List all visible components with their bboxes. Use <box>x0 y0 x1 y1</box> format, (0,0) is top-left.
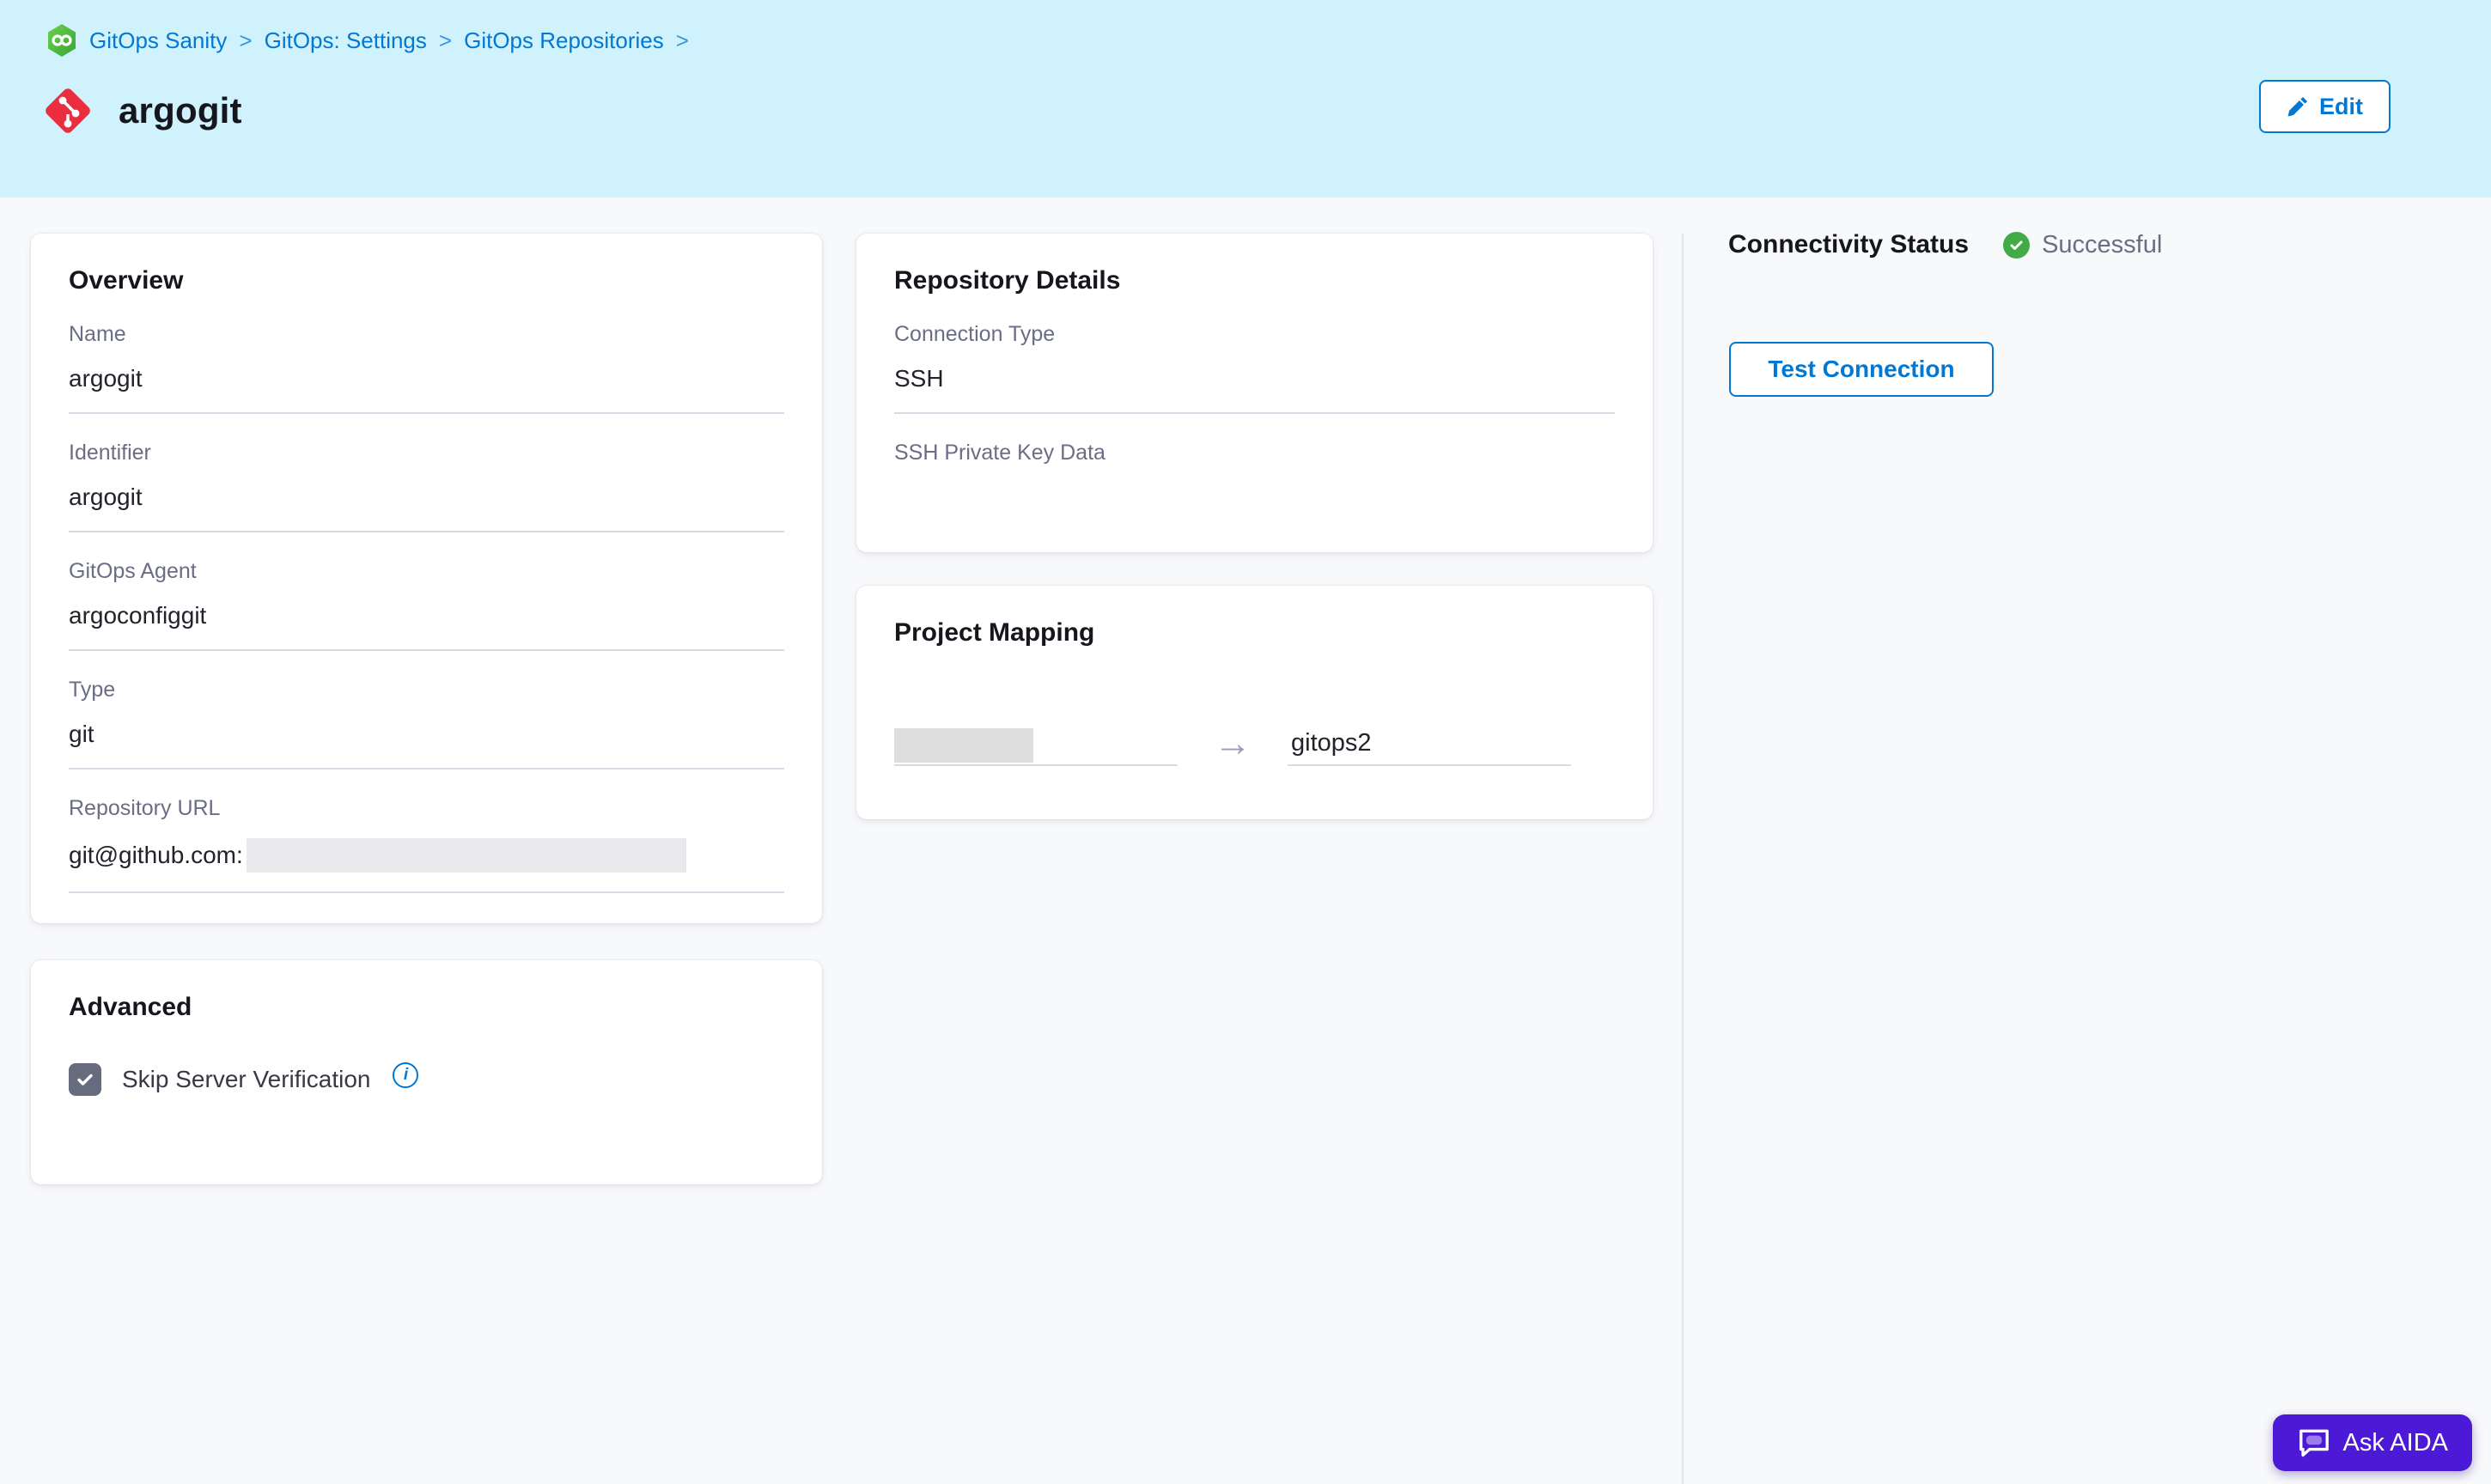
skip-server-verification-label: Skip Server Verification <box>122 1066 371 1092</box>
field-value: git <box>69 721 94 747</box>
repository-details-card-title: Repository Details <box>894 266 1121 295</box>
field-value: SSH <box>894 365 944 392</box>
edit-button[interactable]: Edit <box>2259 80 2391 133</box>
field-label: SSH Private Key Data <box>894 441 1105 465</box>
test-connection-button[interactable]: Test Connection <box>1729 342 1994 397</box>
page-title: argogit <box>119 90 242 131</box>
connectivity-status-row: Connectivity Status Successful <box>1728 230 2162 259</box>
test-connection-label: Test Connection <box>1768 356 1955 382</box>
pencil-icon <box>2287 96 2308 117</box>
mapping-target-value: gitops2 <box>1291 729 1372 757</box>
field-type: Type git <box>69 677 784 769</box>
breadcrumb-link-settings[interactable]: GitOps: Settings <box>265 27 427 54</box>
gitops-icon <box>48 24 76 57</box>
field-label: Type <box>69 678 116 702</box>
ask-aida-label: Ask AIDA <box>2342 1428 2449 1457</box>
project-mapping-card-title: Project Mapping <box>894 618 1095 647</box>
overview-card: Overview Name argogit Identifier argogit… <box>31 234 822 923</box>
project-mapping-row: → gitops2 <box>894 723 1615 766</box>
arrow-right-icon: → <box>1214 722 1252 764</box>
field-label: GitOps Agent <box>69 559 197 583</box>
field-value: argogit <box>69 484 143 510</box>
field-ssh-private-key: SSH Private Key Data <box>894 440 1615 552</box>
field-name: Name argogit <box>69 321 784 414</box>
redacted-value <box>894 728 1033 763</box>
field-label: Identifier <box>69 441 151 465</box>
skip-server-verification-checkbox[interactable] <box>69 1063 101 1096</box>
chat-icon <box>2299 1429 2329 1457</box>
ask-aida-button[interactable]: Ask AIDA <box>2272 1414 2472 1471</box>
status-badge: Successful <box>2003 231 2162 259</box>
field-label: Name <box>69 322 126 346</box>
breadcrumb-separator: > <box>675 27 689 53</box>
vertical-divider <box>1682 234 1684 1484</box>
field-value: argoconfiggit <box>69 602 207 629</box>
skip-server-verification-row: Skip Server Verification i <box>69 1062 784 1096</box>
edit-button-label: Edit <box>2319 93 2363 119</box>
field-label: Repository URL <box>69 796 221 820</box>
mapping-source-field <box>894 723 1178 766</box>
field-label: Connection Type <box>894 322 1056 346</box>
title-row: argogit <box>43 86 242 136</box>
status-text: Successful <box>2042 230 2163 258</box>
info-icon[interactable]: i <box>393 1062 419 1088</box>
advanced-card: Advanced Skip Server Verification i <box>31 960 822 1184</box>
field-value: argogit <box>69 365 143 392</box>
success-check-icon <box>2003 231 2031 258</box>
project-mapping-card: Project Mapping → gitops2 <box>856 586 1653 819</box>
overview-card-title: Overview <box>69 266 184 295</box>
git-repo-icon <box>43 86 93 136</box>
breadcrumb-separator: > <box>438 27 453 53</box>
field-value <box>894 483 1615 543</box>
field-gitops-agent: GitOps Agent argoconfiggit <box>69 558 784 651</box>
field-repository-url: Repository URL git@github.com: <box>69 795 784 893</box>
mapping-target-field: gitops2 <box>1288 723 1571 766</box>
field-connection-type: Connection Type SSH <box>894 321 1615 414</box>
breadcrumb-separator: > <box>239 27 253 53</box>
redacted-value <box>246 838 686 873</box>
repository-details-card: Repository Details Connection Type SSH S… <box>856 234 1653 552</box>
breadcrumb-link-project[interactable]: GitOps Sanity <box>89 27 227 54</box>
advanced-card-title: Advanced <box>69 993 192 1021</box>
breadcrumb: GitOps Sanity > GitOps: Settings > GitOp… <box>46 23 689 58</box>
field-identifier: Identifier argogit <box>69 440 784 532</box>
connectivity-status-title: Connectivity Status <box>1728 230 1970 258</box>
check-icon <box>77 1073 93 1086</box>
page-header: GitOps Sanity > GitOps: Settings > GitOp… <box>0 0 2491 198</box>
repository-url-prefix: git@github.com: <box>69 842 243 868</box>
field-value: git@github.com: <box>69 838 784 873</box>
breadcrumb-link-repositories[interactable]: GitOps Repositories <box>464 27 664 54</box>
